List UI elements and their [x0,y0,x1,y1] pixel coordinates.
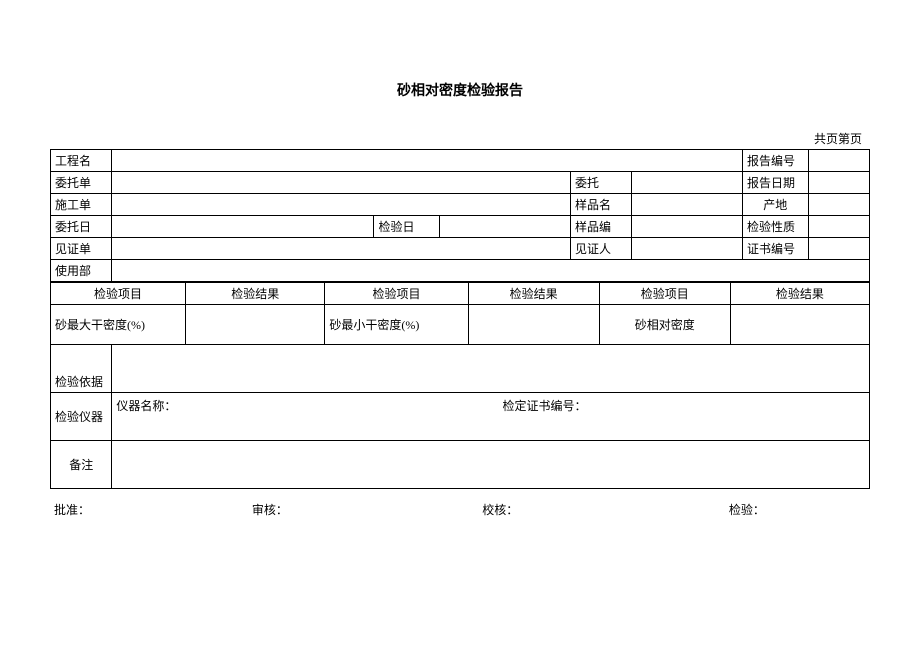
cell-relative-density-value [730,305,869,345]
value-project-name [112,150,743,172]
sig-inspect: 检验： [729,501,765,518]
label-entrust-date: 委托日 [51,216,112,238]
page-indicator: 共页第页 [50,130,870,147]
value-remark [112,441,870,489]
cell-relative-density: 砂相对密度 [599,305,730,345]
col-inspect-result-3: 检验结果 [730,283,869,305]
label-inspect-date: 检验日 [374,216,440,238]
value-inspect-basis [112,345,870,393]
label-sample-no: 样品编 [571,216,632,238]
label-witness-unit: 见证单 [51,238,112,260]
label-report-date: 报告日期 [743,172,809,194]
value-inspect-nature [808,216,869,238]
value-sample-name [632,194,743,216]
report-page: 砂相对密度检验报告 共页第页 工程名 报告编号 委托单 委托 报告日期 施工单 … [0,0,920,518]
row-construction-unit: 施工单 样品名 产地 [51,194,870,216]
col-inspect-item-3: 检验项目 [599,283,730,305]
sig-review: 审核： [252,501,479,518]
row-use-part: 使用部 [51,260,870,282]
results-data-row: 砂最大干密度(%) 砂最小干密度(%) 砂相对密度 [51,305,870,345]
row-project: 工程名 报告编号 [51,150,870,172]
col-inspect-result-2: 检验结果 [468,283,599,305]
label-witness-person: 见证人 [571,238,632,260]
label-entrust-unit: 委托单 [51,172,112,194]
col-inspect-item-2: 检验项目 [325,283,468,305]
value-inspect-date [440,216,571,238]
label-remark: 备注 [51,441,112,489]
row-inspect-basis: 检验依据 [51,345,870,393]
row-entrust-unit: 委托单 委托 报告日期 [51,172,870,194]
cell-min-dry-density: 砂最小干密度(%) [325,305,468,345]
label-cert-no: 证书编号 [743,238,809,260]
value-report-no [808,150,869,172]
label-report-no: 报告编号 [743,150,809,172]
cell-max-dry-density: 砂最大干密度(%) [51,305,186,345]
value-use-part [112,260,870,282]
value-origin [808,194,869,216]
cell-max-dry-density-value [186,305,325,345]
label-inspect-basis: 检验依据 [51,345,112,393]
label-inspect-instrument: 检验仪器 [51,393,112,441]
row-inspect-instrument: 检验仪器 仪器名称： 检定证书编号： [51,393,870,441]
label-project-name: 工程名 [51,150,112,172]
row-remark: 备注 [51,441,870,489]
value-entrust-date [112,216,374,238]
cell-min-dry-density-value [468,305,599,345]
label-origin: 产地 [743,194,809,216]
col-inspect-item-1: 检验项目 [51,283,186,305]
value-sample-no [632,216,743,238]
value-witness-unit [112,238,571,260]
sig-approve: 批准： [54,501,249,518]
instrument-name-label: 仪器名称： [116,399,176,413]
value-cert-no [808,238,869,260]
header-table: 工程名 报告编号 委托单 委托 报告日期 施工单 样品名 产地 委托日 检验日 [50,149,870,282]
value-inspect-instrument: 仪器名称： 检定证书编号： [112,393,870,441]
label-sample-name: 样品名 [571,194,632,216]
value-entrust [632,172,743,194]
calib-cert-no-label: 检定证书编号： [502,399,586,413]
signature-row: 批准： 审核： 校核： 检验： [50,501,870,518]
value-entrust-unit [112,172,571,194]
sig-check: 校核： [482,501,726,518]
row-entrust-date: 委托日 检验日 样品编 检验性质 [51,216,870,238]
value-construction-unit [112,194,571,216]
results-table: 检验项目 检验结果 检验项目 检验结果 检验项目 检验结果 砂最大干密度(%) … [50,282,870,489]
label-inspect-nature: 检验性质 [743,216,809,238]
report-title: 砂相对密度检验报告 [50,80,870,100]
row-witness: 见证单 见证人 证书编号 [51,238,870,260]
label-entrust: 委托 [571,172,632,194]
label-use-part: 使用部 [51,260,112,282]
col-inspect-result-1: 检验结果 [186,283,325,305]
label-construction-unit: 施工单 [51,194,112,216]
results-header-row: 检验项目 检验结果 检验项目 检验结果 检验项目 检验结果 [51,283,870,305]
value-witness-person [632,238,743,260]
value-report-date [808,172,869,194]
